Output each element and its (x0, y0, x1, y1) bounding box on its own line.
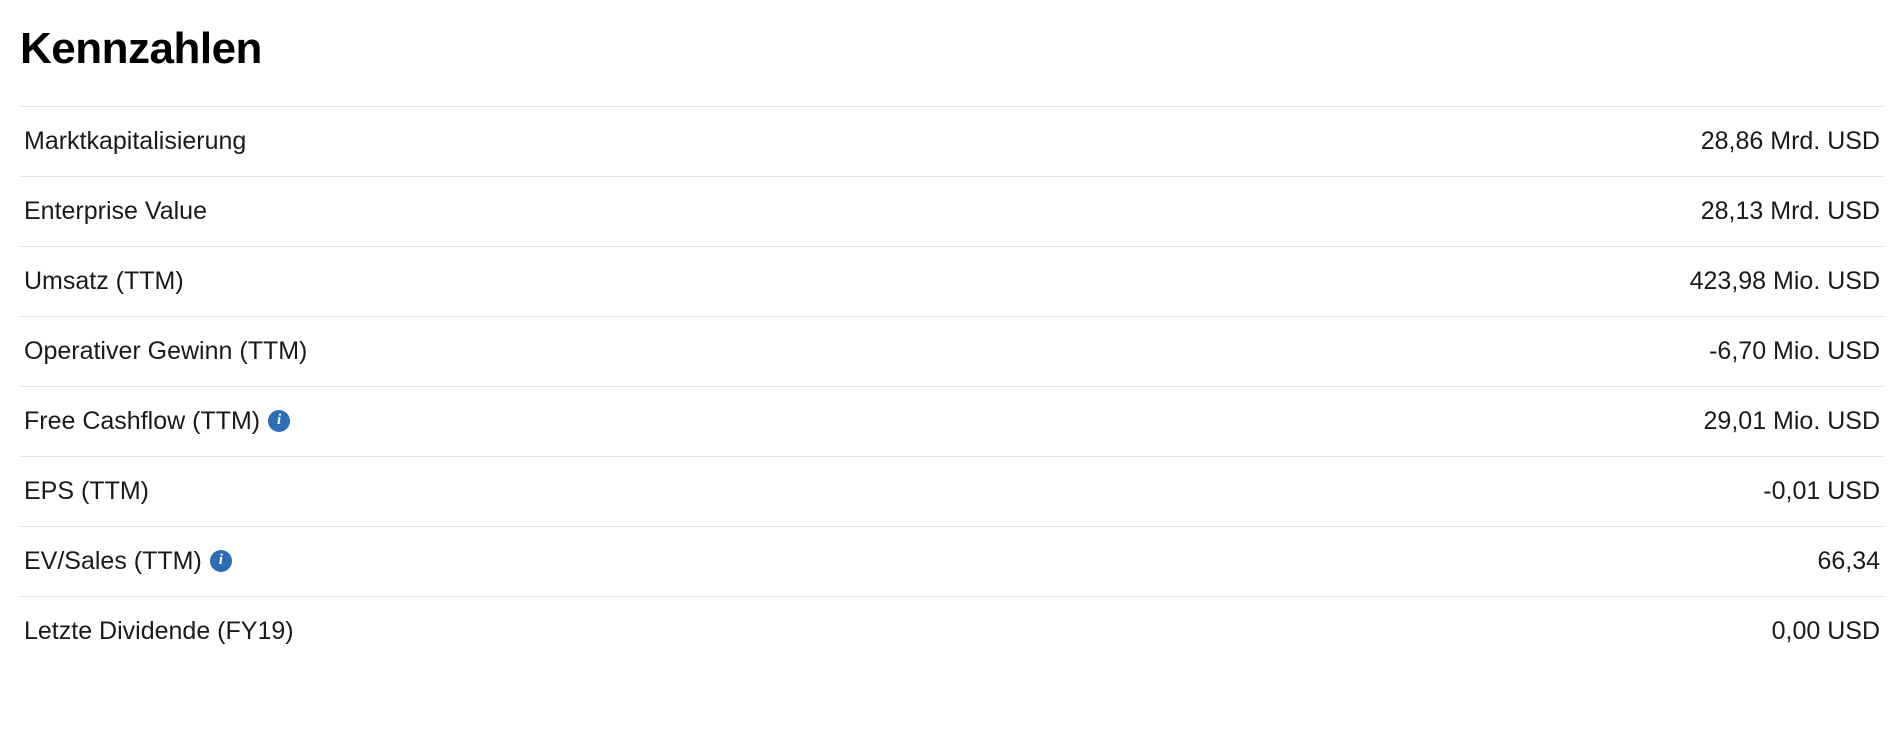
metric-label-text: Letzte Dividende (FY19) (24, 617, 294, 646)
metric-label-text: Enterprise Value (24, 197, 207, 226)
metric-value: -0,01 USD (1763, 477, 1880, 506)
metric-label-text: EPS (TTM) (24, 477, 149, 506)
metric-value: 28,13 Mrd. USD (1701, 197, 1880, 226)
metric-label: Free Cashflow (TTM) i (24, 407, 290, 436)
metric-label-text: Operativer Gewinn (TTM) (24, 337, 307, 366)
metric-row: EV/Sales (TTM) i 66,34 (20, 526, 1884, 596)
metric-value: 28,86 Mrd. USD (1701, 127, 1880, 156)
metric-label-text: Umsatz (TTM) (24, 267, 184, 296)
metric-label: EPS (TTM) (24, 477, 149, 506)
metric-label: Enterprise Value (24, 197, 207, 226)
metric-row: Free Cashflow (TTM) i 29,01 Mio. USD (20, 386, 1884, 456)
metric-value: 66,34 (1817, 547, 1880, 576)
metric-label: Operativer Gewinn (TTM) (24, 337, 307, 366)
info-icon[interactable]: i (210, 550, 232, 572)
metric-label-text: EV/Sales (TTM) (24, 547, 202, 576)
metric-label: Marktkapitalisierung (24, 127, 246, 156)
metric-row: Letzte Dividende (FY19) 0,00 USD (20, 596, 1884, 666)
metric-label: Umsatz (TTM) (24, 267, 184, 296)
info-icon[interactable]: i (268, 410, 290, 432)
metric-value: -6,70 Mio. USD (1709, 337, 1880, 366)
metric-row: Umsatz (TTM) 423,98 Mio. USD (20, 246, 1884, 316)
metric-label-text: Marktkapitalisierung (24, 127, 246, 156)
metrics-table: Marktkapitalisierung 28,86 Mrd. USD Ente… (20, 106, 1884, 666)
metric-label-text: Free Cashflow (TTM) (24, 407, 260, 436)
metric-row: Operativer Gewinn (TTM) -6,70 Mio. USD (20, 316, 1884, 386)
metric-value: 423,98 Mio. USD (1690, 267, 1880, 296)
metric-value: 0,00 USD (1772, 617, 1880, 646)
metric-row: Enterprise Value 28,13 Mrd. USD (20, 176, 1884, 246)
metric-row: EPS (TTM) -0,01 USD (20, 456, 1884, 526)
metric-label: Letzte Dividende (FY19) (24, 617, 294, 646)
page-title: Kennzahlen (20, 24, 1884, 74)
metric-value: 29,01 Mio. USD (1704, 407, 1880, 436)
metric-label: EV/Sales (TTM) i (24, 547, 232, 576)
metric-row: Marktkapitalisierung 28,86 Mrd. USD (20, 106, 1884, 176)
